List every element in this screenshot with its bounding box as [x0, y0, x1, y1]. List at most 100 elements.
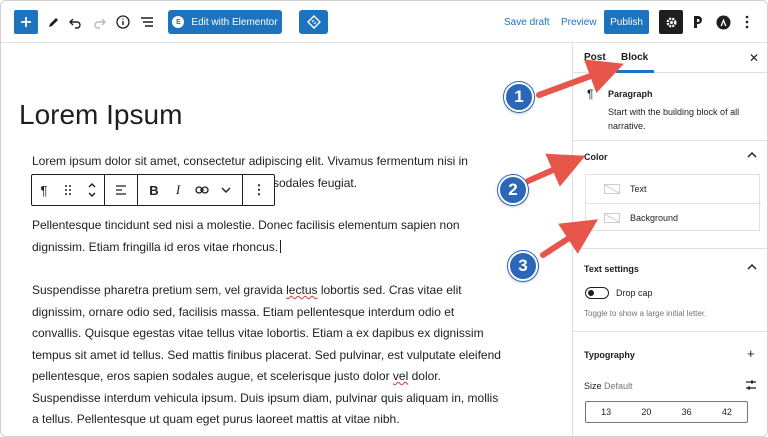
list-view-icon	[141, 17, 153, 27]
paragraph-line: Suspendisse interdum vehicula ipsum. Dui…	[32, 390, 499, 405]
elementor-icon: E	[172, 16, 185, 28]
edit-with-elementor-button[interactable]: E Edit with Elementor	[168, 10, 282, 34]
more-formats-button[interactable]	[214, 175, 238, 205]
plugin-p-button[interactable]	[689, 10, 707, 34]
paragraph-type-button[interactable]: ¶	[32, 175, 56, 205]
empty-swatch-icon	[604, 212, 620, 223]
plus-icon	[21, 17, 31, 27]
close-sidebar-button[interactable]: ✕	[749, 51, 759, 65]
save-draft-button[interactable]: Save draft	[504, 15, 550, 29]
drop-cap-label: Drop cap	[616, 288, 653, 298]
p-logo-icon	[694, 16, 702, 28]
block-card: ¶ Paragraph Start with the building bloc…	[573, 73, 767, 141]
astra-button[interactable]	[714, 10, 732, 34]
publish-button[interactable]: Publish	[604, 10, 649, 34]
color-text-option[interactable]: Text	[586, 175, 761, 203]
paragraph-line: dignissim, ornare odio sed, facilisis ma…	[32, 304, 455, 319]
redo-icon	[93, 18, 106, 29]
color-option-label: Text	[630, 184, 647, 194]
gear-icon	[666, 17, 676, 27]
paragraph-block-2[interactable]: Pellentesque tincidunt sed nisi a molest…	[32, 215, 502, 258]
add-block-button[interactable]	[14, 10, 38, 34]
sliders-icon	[746, 380, 756, 390]
paragraph-line: a tellus. Pellentesque ut quam eget puru…	[32, 412, 400, 426]
drop-cap-toggle[interactable]	[585, 287, 609, 299]
undo-button[interactable]	[67, 10, 83, 34]
chevron-down-icon	[221, 187, 231, 193]
settings-button[interactable]	[659, 10, 683, 34]
text-settings-toggle[interactable]	[747, 262, 757, 273]
color-panel-toggle[interactable]	[747, 150, 757, 161]
color-panel-heading[interactable]: Color	[584, 152, 608, 162]
align-button[interactable]	[109, 175, 133, 205]
drop-cap-help: Toggle to show a large initial letter.	[584, 309, 707, 318]
paragraph-line: pellentesque, eros sapien sodales augue,…	[32, 369, 441, 383]
move-block-buttons[interactable]	[80, 175, 104, 205]
preview-button[interactable]: Preview	[561, 15, 597, 29]
text-settings-heading[interactable]: Text settings	[584, 264, 639, 274]
details-button[interactable]	[114, 10, 132, 34]
settings-sidebar: Post Block ✕ ¶ Paragraph Start with the …	[572, 43, 767, 436]
post-title[interactable]: Lorem Ipsum	[19, 99, 182, 131]
tab-post[interactable]: Post	[584, 52, 606, 63]
chevron-up-icon	[747, 152, 757, 158]
paragraph-line: tempus sit amet id tellus. Sed mattis fi…	[32, 347, 501, 362]
sidebar-tabs: Post Block ✕	[573, 43, 767, 73]
text-cursor	[280, 239, 282, 253]
paragraph-line: convallis. Quisque egestas vitae tellus …	[32, 326, 484, 340]
options-button[interactable]	[741, 10, 753, 34]
tools-button[interactable]	[45, 10, 61, 34]
typography-options-button[interactable]: +	[747, 346, 755, 361]
undo-icon	[68, 18, 81, 29]
editor-window: E Edit with Elementor Save draft Preview…	[0, 0, 768, 437]
pencil-icon	[48, 17, 58, 27]
color-background-option[interactable]: Background	[586, 203, 761, 231]
spellcheck-word: vel	[392, 369, 409, 383]
link-icon	[195, 186, 209, 194]
callout-badge-3: 3	[508, 251, 538, 281]
align-group	[105, 175, 138, 205]
custom-size-button[interactable]	[745, 378, 757, 396]
divider	[573, 331, 767, 332]
list-view-button[interactable]	[138, 10, 156, 34]
block-toolbar: ¶ B I ⋮	[31, 174, 275, 206]
color-options: Text Background	[585, 174, 761, 231]
top-toolbar: E Edit with Elementor Save draft Preview…	[1, 1, 767, 43]
link-button[interactable]	[190, 175, 214, 205]
typography-heading[interactable]: Typography	[584, 350, 635, 360]
chevron-up-icon	[747, 264, 757, 270]
chevron-up-down-icon	[88, 183, 96, 197]
drag-handle[interactable]	[56, 175, 80, 205]
paragraph-block-3[interactable]: Suspendisse pharetra pretium sem, vel gr…	[32, 280, 502, 431]
italic-button[interactable]: I	[166, 175, 190, 205]
font-size-option[interactable]: 42	[707, 402, 747, 422]
paragraph-icon: ¶	[587, 87, 594, 101]
block-options-button[interactable]: ⋮	[247, 175, 271, 205]
astra-logo-icon	[716, 15, 730, 29]
spellcheck-word: lectus	[286, 283, 318, 297]
toggle-knob	[588, 290, 594, 296]
font-size-option[interactable]: 13	[586, 402, 626, 422]
callout-badge-2: 2	[498, 175, 528, 205]
callout-badge-1: 1	[504, 82, 534, 112]
editor-canvas: Lorem Ipsum Lorem ipsum dolor sit amet, …	[1, 43, 572, 436]
plugin-button[interactable]	[299, 10, 328, 34]
font-size-picker: 13 20 36 42	[585, 401, 748, 423]
block-description: Start with the building block of all nar…	[608, 107, 740, 131]
tab-block[interactable]: Block	[621, 52, 648, 63]
options-group: ⋮	[243, 175, 275, 205]
font-size-label: Size Default	[584, 381, 633, 391]
format-group: B I	[138, 175, 243, 205]
redo-button[interactable]	[91, 10, 107, 34]
font-size-option[interactable]: 36	[667, 402, 707, 422]
ruler-tag-icon	[306, 15, 321, 29]
color-option-label: Background	[630, 212, 679, 223]
align-left-icon	[116, 185, 126, 195]
drag-handle-icon	[65, 185, 71, 195]
bold-button[interactable]: B	[142, 175, 166, 205]
paragraph-line-active: dignissim. Etiam fringilla id eros vitae…	[32, 237, 502, 259]
block-switcher-group: ¶	[32, 175, 105, 205]
font-size-option[interactable]: 20	[626, 402, 666, 422]
vertical-ellipsis-icon	[745, 15, 749, 29]
elementor-button-label: Edit with Elementor	[191, 16, 278, 28]
